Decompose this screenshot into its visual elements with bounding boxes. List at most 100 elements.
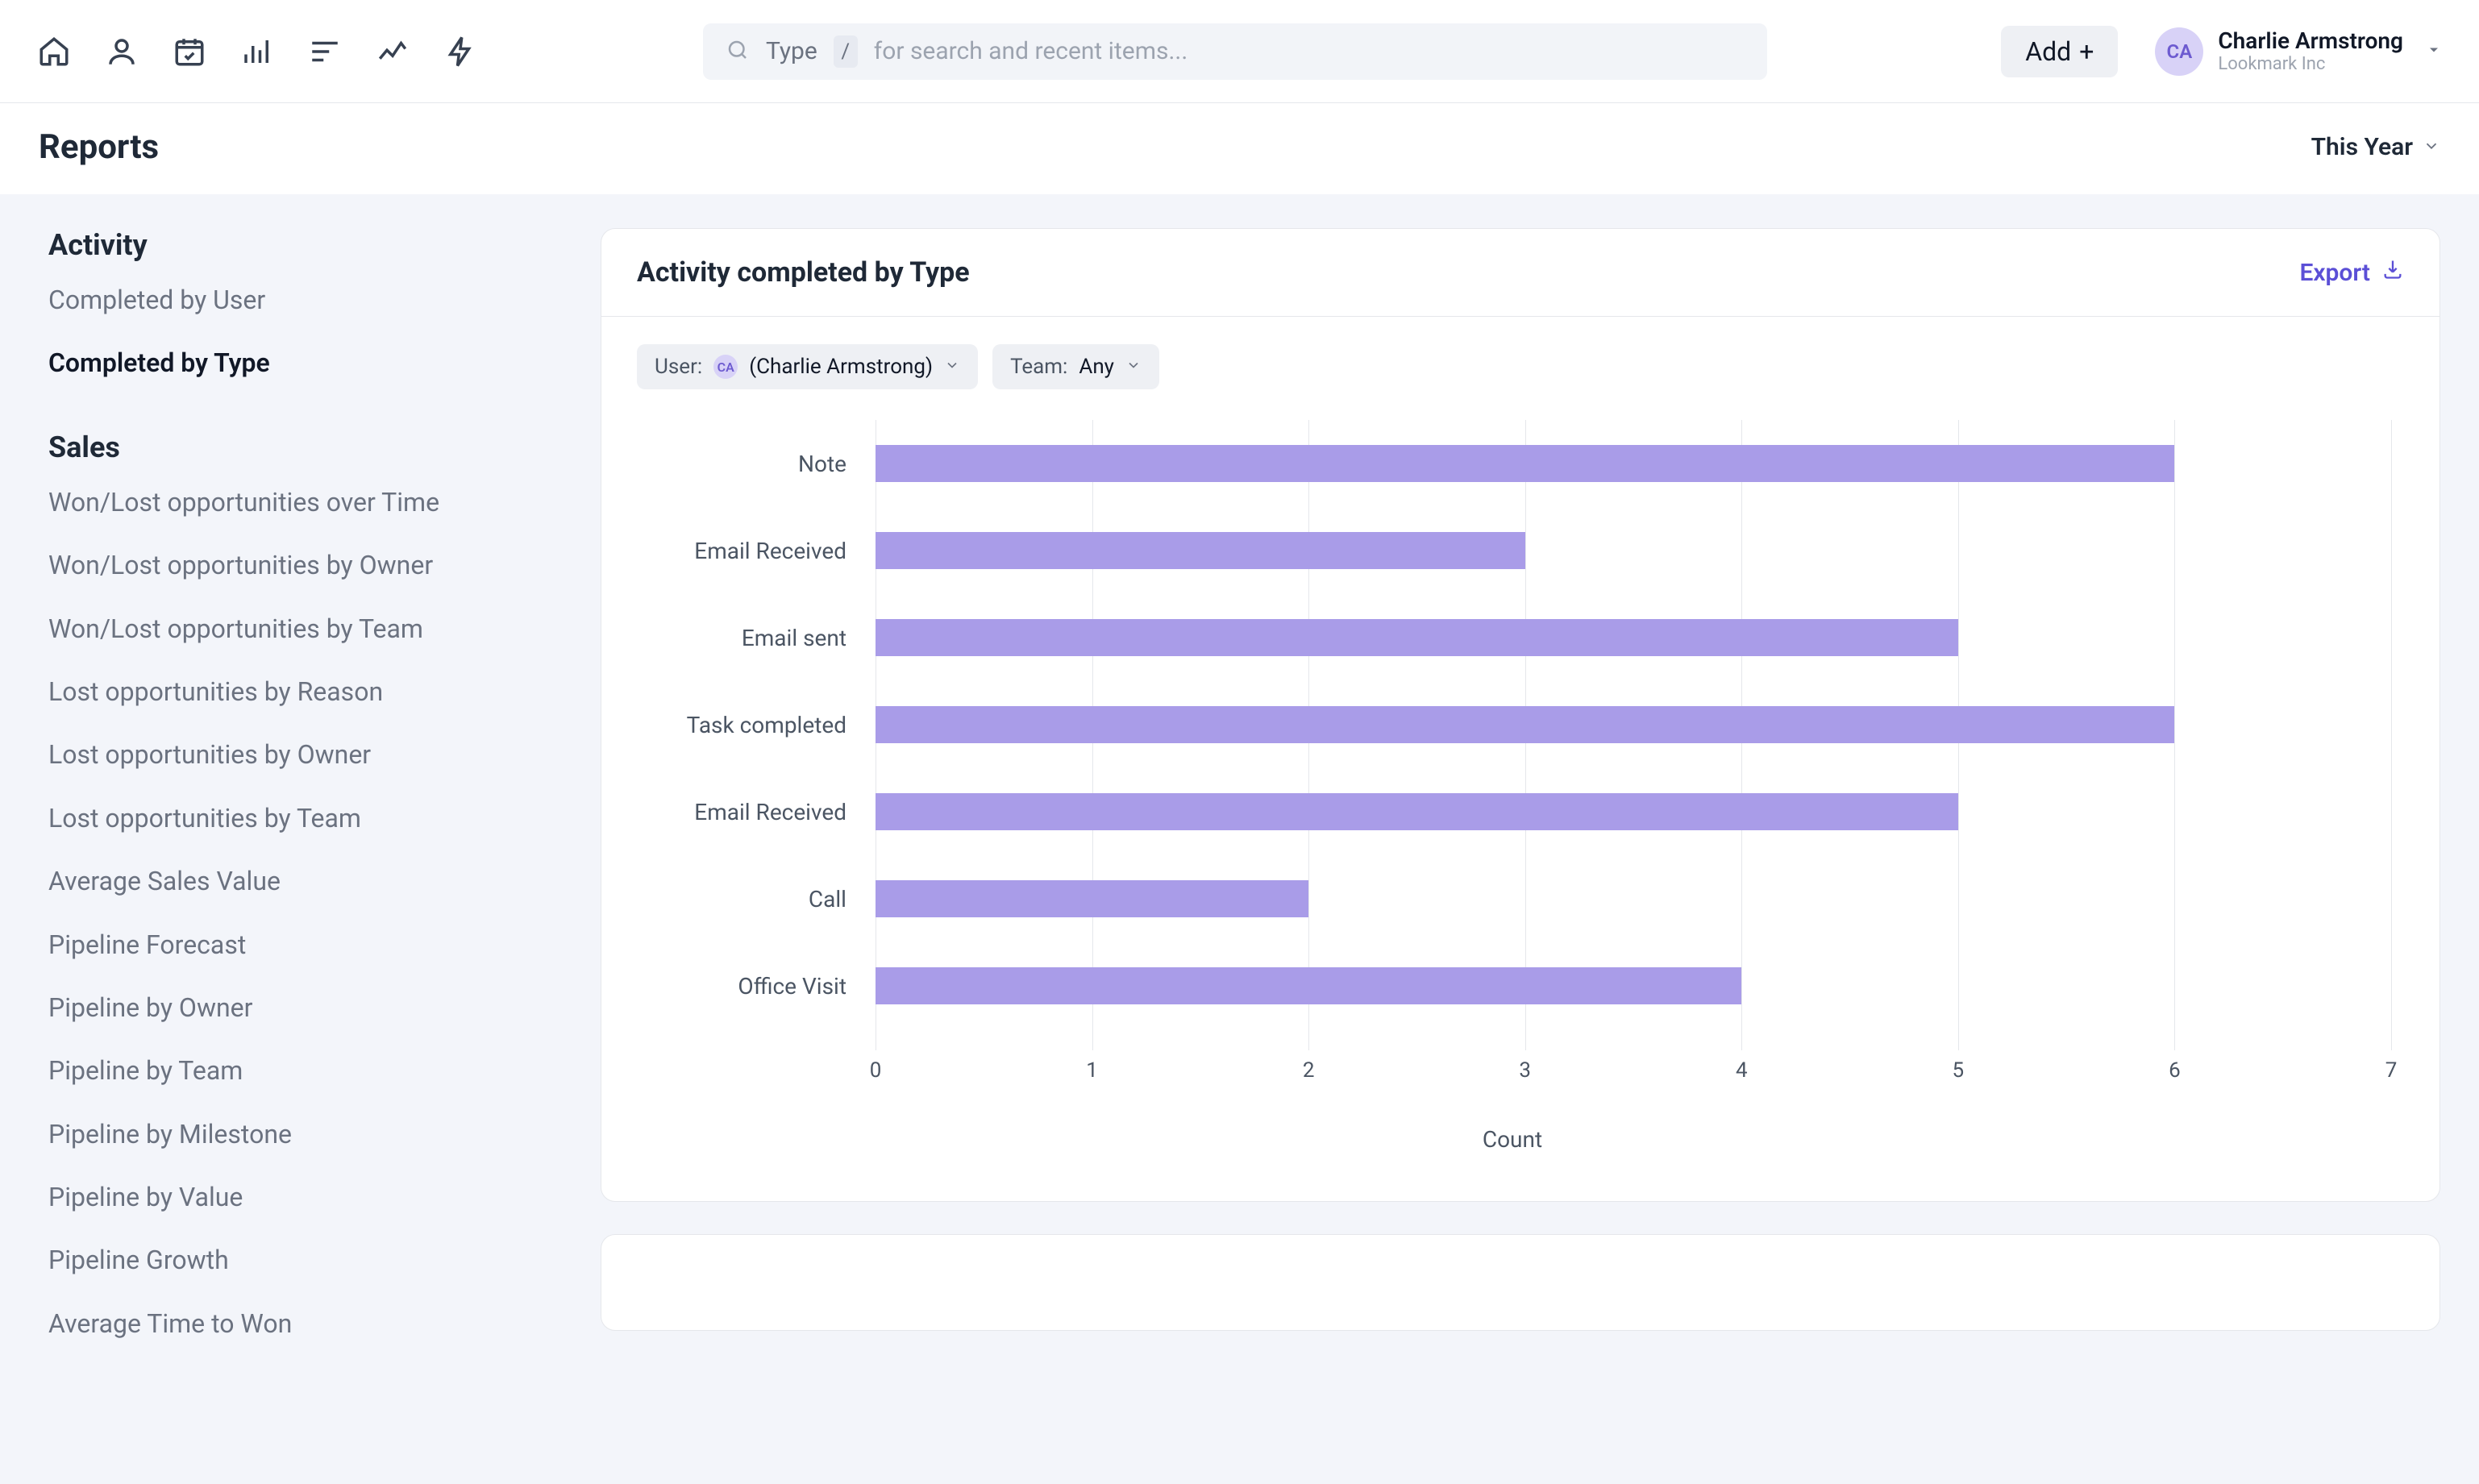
page-header: Reports This Year (0, 103, 2479, 194)
chevron-down-icon (944, 355, 960, 379)
chart-bar[interactable] (876, 619, 1958, 656)
chevron-down-icon (1125, 355, 1142, 379)
content: Activity completed by Type Export User: … (601, 194, 2479, 1436)
export-label: Export (2299, 259, 2370, 287)
chart-bar[interactable] (876, 706, 2174, 743)
sidebar-item[interactable]: Won/Lost opportunities by Team (48, 610, 552, 647)
page-title: Reports (39, 127, 159, 167)
chart-row: Call (634, 855, 2391, 942)
x-axis-label: Count (634, 1126, 2391, 1153)
sidebar-item[interactable]: Lost opportunities by Team (48, 800, 552, 837)
sidebar-item[interactable]: Pipeline by Team (48, 1052, 552, 1089)
sidebar-item[interactable]: Completed by Type (48, 344, 552, 381)
export-button[interactable]: Export (2299, 258, 2404, 287)
x-axis: 01234567 (876, 1058, 2391, 1092)
chart: Note Email Received Email sent Task complet… (601, 396, 2439, 1201)
card-header: Activity completed by Type Export (601, 229, 2439, 317)
chart-row: Email sent (634, 594, 2391, 681)
chevron-down-icon (2423, 133, 2440, 161)
filter-user-label: User: (655, 355, 702, 379)
chart-bar[interactable] (876, 793, 1958, 830)
x-tick: 5 (1953, 1058, 1965, 1083)
plus-icon: + (2079, 39, 2094, 64)
x-tick: 4 (1736, 1058, 1748, 1083)
chart-row: Email Received (634, 768, 2391, 855)
sidebar-list: Won/Lost opportunities over Time Won/Lost… (48, 484, 552, 1342)
chart-category-label: Task completed (634, 712, 876, 738)
x-tick: 0 (870, 1058, 882, 1083)
chart-category-label: Call (634, 886, 876, 912)
filter-team[interactable]: Team: Any (992, 344, 1159, 389)
filters: User: CA (Charlie Armstrong) Team: Any (601, 317, 2439, 396)
chart-bar[interactable] (876, 967, 1741, 1004)
sidebar-item[interactable]: Average Sales Value (48, 863, 552, 900)
x-tick: 1 (1086, 1058, 1098, 1083)
sidebar-item[interactable]: Pipeline by Milestone (48, 1116, 552, 1153)
card-title: Activity completed by Type (637, 256, 970, 289)
user-info: Charlie Armstrong Lookmark Inc (2218, 28, 2403, 74)
filter-team-label: Team: (1010, 355, 1067, 379)
chart-row: Office Visit (634, 942, 2391, 1029)
bolt-icon[interactable] (443, 35, 477, 69)
search-icon (726, 38, 750, 65)
filter-user[interactable]: User: CA (Charlie Armstrong) (637, 344, 978, 389)
add-button-label: Add (2025, 36, 2071, 67)
chart-category-label: Email sent (634, 625, 876, 651)
chart-row: Task completed (634, 681, 2391, 768)
sidebar-item[interactable]: Pipeline by Value (48, 1178, 552, 1216)
chart-category-label: Note (634, 451, 876, 477)
sidebar-item[interactable]: Lost opportunities by Owner (48, 736, 552, 773)
search-label: Type (766, 37, 817, 65)
x-tick: 2 (1303, 1058, 1315, 1083)
sidebar-item[interactable]: Average Time to Won (48, 1305, 552, 1342)
x-tick: 7 (2385, 1058, 2398, 1083)
bars-icon[interactable] (240, 35, 274, 69)
x-tick: 6 (2169, 1058, 2181, 1083)
calendar-icon[interactable] (173, 35, 206, 69)
search-bar[interactable]: Type / for search and recent items... (703, 23, 1767, 80)
user-name: Charlie Armstrong (2218, 28, 2403, 54)
search-placeholder: for search and recent items... (874, 37, 1188, 65)
sidebar-item[interactable]: Completed by User (48, 281, 552, 318)
date-range-picker[interactable]: This Year (2311, 133, 2440, 161)
avatar: CA (713, 355, 738, 379)
sidebar-item[interactable]: Won/Lost opportunities over Time (48, 484, 552, 521)
sidebar-group-title: Sales (48, 430, 552, 464)
chart-row: Note (634, 420, 2391, 507)
sidebar-list: Completed by User Completed by Type (48, 281, 552, 382)
avatar: CA (2155, 27, 2203, 76)
filter-user-value: (Charlie Armstrong) (749, 355, 933, 379)
list-icon[interactable] (308, 35, 342, 69)
sidebar-item[interactable]: Pipeline by Owner (48, 989, 552, 1026)
search-hotkey: / (834, 35, 858, 68)
chart-category-label: Email Received (634, 799, 876, 825)
home-icon[interactable] (37, 35, 71, 69)
chart-category-label: Email Received (634, 538, 876, 564)
report-card-next (601, 1234, 2440, 1331)
trend-icon[interactable] (376, 35, 410, 69)
sidebar-item[interactable]: Pipeline Growth (48, 1241, 552, 1278)
user-menu[interactable]: CA Charlie Armstrong Lookmark Inc (2155, 27, 2442, 76)
chart-category-label: Office Visit (634, 973, 876, 1000)
sidebar-item[interactable]: Won/Lost opportunities by Owner (48, 547, 552, 584)
report-card: Activity completed by Type Export User: … (601, 228, 2440, 1202)
topbar: Type / for search and recent items... Ad… (0, 0, 2479, 103)
date-range-label: This Year (2311, 133, 2413, 161)
download-icon (2381, 258, 2404, 287)
top-nav (37, 35, 477, 69)
sidebar-group-title: Activity (48, 228, 552, 262)
add-button[interactable]: Add + (2001, 26, 2118, 77)
person-icon[interactable] (105, 35, 139, 69)
chart-row: Email Received (634, 507, 2391, 594)
chart-bar[interactable] (876, 880, 1308, 917)
chart-bar[interactable] (876, 532, 1525, 569)
sidebar-item[interactable]: Lost opportunities by Reason (48, 673, 552, 710)
filter-team-value: Any (1079, 355, 1114, 379)
sidebar: Activity Completed by User Completed by Ty… (0, 194, 601, 1436)
x-tick: 3 (1519, 1058, 1531, 1083)
main: Activity Completed by User Completed by Ty… (0, 194, 2479, 1484)
chevron-down-icon (2426, 42, 2442, 61)
chart-bar[interactable] (876, 445, 2174, 482)
sidebar-item[interactable]: Pipeline Forecast (48, 926, 552, 963)
user-company: Lookmark Inc (2218, 54, 2403, 74)
